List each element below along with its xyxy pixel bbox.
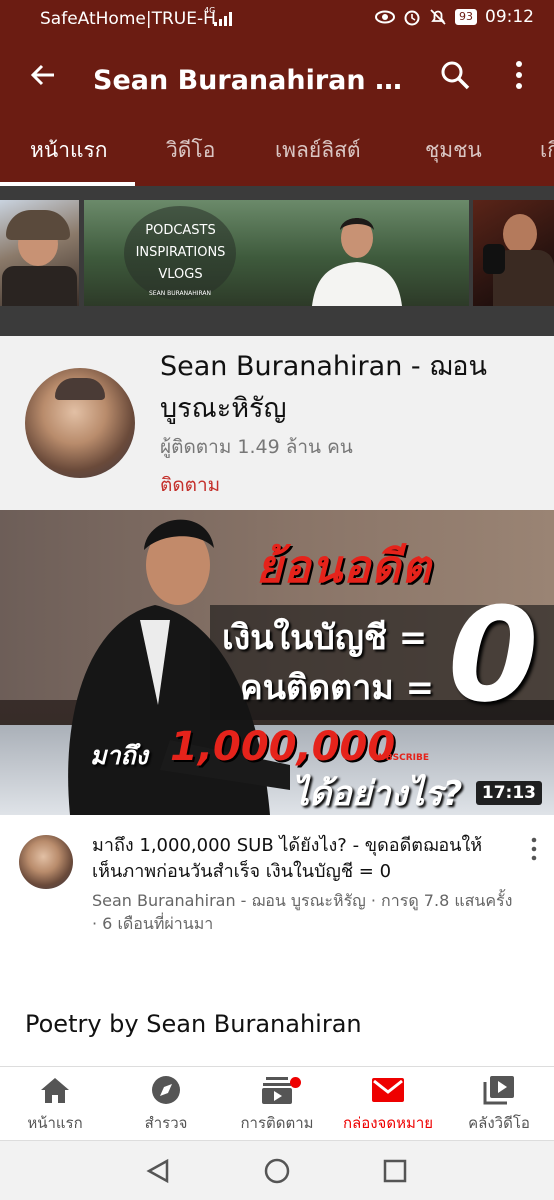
nav-home-label: หน้าแรก: [27, 1114, 83, 1132]
nav-library-label: คลังวิดีโอ: [468, 1114, 530, 1132]
thumbnail-reach: มาถึง: [90, 741, 148, 770]
mute-bell-icon: [430, 9, 446, 25]
banner-photo-left: [0, 200, 79, 306]
banner-person: [312, 218, 402, 306]
system-home-icon[interactable]: [264, 1158, 290, 1184]
more-vert-icon[interactable]: [505, 58, 533, 92]
channel-banner: PODCASTS INSPIRATIONS VLOGS SEAN BURANAH…: [0, 186, 554, 336]
nav-explore-label: สำรวจ: [144, 1114, 188, 1132]
banner-line-vlogs: VLOGS: [158, 267, 203, 282]
explore-icon: [152, 1076, 180, 1104]
page-title: Sean Buranahiran - ฌอนบูรณะหิรัญ: [93, 65, 413, 96]
subscribe-button[interactable]: ติดตาม: [160, 470, 220, 500]
video-info[interactable]: มาถึง 1,000,000 SUB ได้ยังไง? - ขุดอดีตฌ…: [0, 815, 554, 965]
status-bar: SafeAtHome|TRUE-H 4G 93 09:12: [0, 0, 554, 38]
app-bar: Sean Buranahiran - ฌอนบูรณะหิรัญ: [0, 38, 554, 112]
video-duration: 17:13: [475, 781, 542, 805]
section-title: Poetry by Sean Buranahiran: [25, 1010, 362, 1038]
clock: 09:12: [485, 7, 534, 27]
banner-photo-center: PODCASTS INSPIRATIONS VLOGS SEAN BURANAH…: [84, 200, 469, 306]
subscriber-count: ผู้ติดตาม 1.49 ล้าน คน: [160, 436, 353, 458]
search-icon[interactable]: [438, 58, 472, 92]
thumbnail-how: ได้อย่างไร?: [292, 774, 463, 814]
eye-icon: [375, 10, 395, 24]
video-channel-avatar[interactable]: [19, 835, 73, 889]
notification-dot: [290, 1077, 301, 1088]
tab-about[interactable]: เกี่ยวกับ: [540, 134, 554, 167]
thumbnail-subscribe-tag: SUBSCRIBE: [372, 753, 430, 763]
home-icon: [41, 1078, 69, 1103]
signal-icon: [214, 12, 232, 26]
channel-name: Sean Buranahiran - ฌอน บูรณะหิรัญ: [160, 351, 487, 424]
video-meta: Sean Buranahiran - ฌอน บูรณะหิรัญ · การด…: [92, 891, 513, 933]
tab-videos[interactable]: วิดีโอ: [166, 134, 215, 167]
thumbnail-zero: 0: [448, 579, 539, 731]
thumbnail-line-followers: คนติดตาม =: [240, 668, 435, 708]
banner-line-podcasts: PODCASTS: [145, 223, 216, 238]
inbox-icon: [372, 1078, 404, 1102]
banner-tagline: PODCASTS INSPIRATIONS VLOGS: [128, 220, 233, 286]
battery-indicator: 93: [455, 9, 477, 25]
video-more-icon[interactable]: [525, 835, 543, 863]
thumbnail-million: 1,000,000: [170, 724, 396, 770]
alarm-icon: [404, 10, 420, 26]
carrier-label: SafeAtHome|TRUE-H: [40, 9, 216, 29]
tab-playlists[interactable]: เพลย์ลิสต์: [275, 134, 361, 167]
nav-inbox-label: กล่องจดหมาย: [342, 1114, 434, 1132]
back-arrow-icon[interactable]: [26, 58, 60, 92]
tab-home[interactable]: หน้าแรก: [30, 134, 108, 167]
nav-inbox[interactable]: กล่องจดหมาย: [333, 1075, 443, 1135]
system-back-icon[interactable]: [145, 1158, 171, 1184]
nav-explore[interactable]: สำรวจ: [111, 1075, 221, 1135]
tab-community[interactable]: ชุมชน: [425, 134, 482, 167]
video-title[interactable]: มาถึง 1,000,000 SUB ได้ยังไง? - ขุดอดีตฌ…: [92, 833, 512, 885]
banner-photo-right: [473, 200, 554, 306]
channel-tabs: หน้าแรก วิดีโอ เพลย์ลิสต์ ชุมชน เกี่ยวกั…: [0, 112, 554, 186]
nav-subscriptions-label: การติดตาม: [240, 1114, 314, 1132]
channel-header: Sean Buranahiran - ฌอน บูรณะหิรัญ ผู้ติด…: [0, 336, 554, 510]
thumbnail-line-money: เงินในบัญชี =: [222, 618, 428, 658]
nav-library[interactable]: คลังวิดีโอ: [444, 1075, 554, 1135]
bottom-nav: หน้าแรก สำรวจ การติดตาม กล่องจดหมาย คลัง…: [0, 1066, 554, 1140]
nav-home[interactable]: หน้าแรก: [0, 1075, 110, 1135]
thumbnail-headline: ย้อนอดีต: [256, 540, 432, 593]
system-recents-icon[interactable]: [382, 1158, 408, 1184]
system-nav-bar: [0, 1140, 554, 1200]
video-thumbnail[interactable]: ย้อนอดีต เงินในบัญชี = คนติดตาม = 0 มาถึ…: [0, 510, 554, 815]
banner-byline: SEAN BURANAHIRAN: [148, 290, 212, 297]
nav-subscriptions[interactable]: การติดตาม: [222, 1075, 332, 1135]
banner-line-inspirations: INSPIRATIONS: [135, 245, 226, 260]
subscriptions-icon: [262, 1077, 292, 1104]
library-icon: [483, 1076, 514, 1105]
channel-avatar[interactable]: [25, 368, 135, 478]
